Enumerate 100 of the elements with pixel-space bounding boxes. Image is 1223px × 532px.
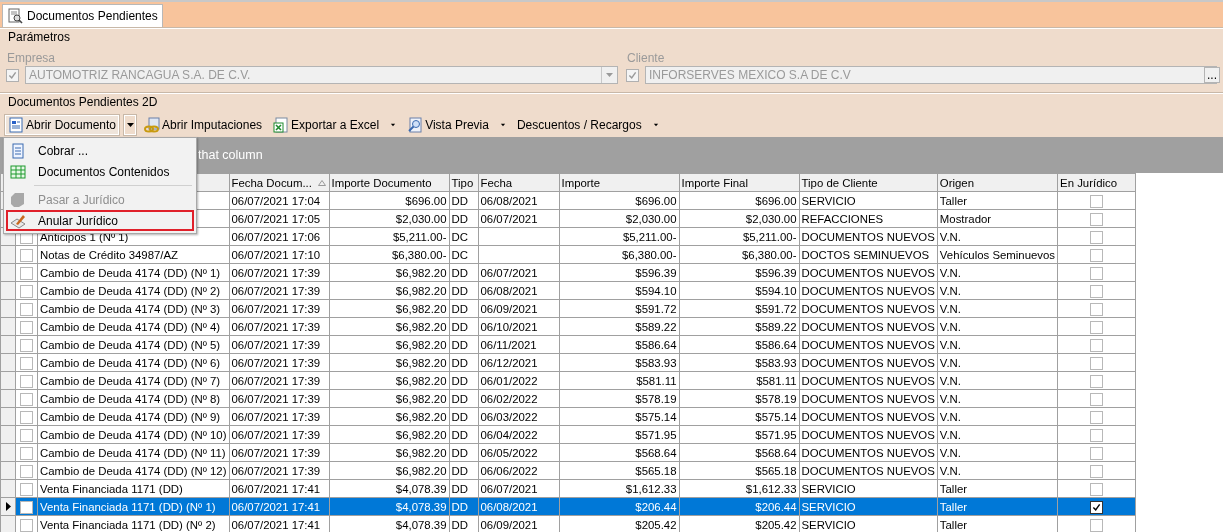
juridico-checkbox[interactable] bbox=[1090, 375, 1104, 388]
spreadsheet-icon bbox=[273, 117, 290, 133]
menu-item[interactable]: Cobrar ... bbox=[6, 140, 194, 161]
table-cell: 06/07/2021 17:39 bbox=[229, 281, 329, 300]
table-cell: 06/07/2021 bbox=[478, 209, 559, 228]
toolbar-button[interactable]: Exportar a Excel bbox=[269, 114, 384, 136]
juridico-checkbox[interactable] bbox=[1090, 357, 1104, 370]
table-cell: DD bbox=[449, 461, 478, 480]
table-cell: DD bbox=[449, 263, 478, 282]
caret-icon bbox=[126, 123, 134, 127]
table-cell: DD bbox=[449, 353, 478, 372]
table-cell: $6,982.20 bbox=[329, 371, 449, 390]
row-checkbox[interactable] bbox=[20, 483, 33, 496]
row-checkbox[interactable] bbox=[20, 447, 33, 460]
juridico-checkbox[interactable] bbox=[1090, 231, 1104, 244]
table-cell: 06/07/2021 17:39 bbox=[229, 443, 329, 462]
juridico-checkbox[interactable] bbox=[1090, 411, 1104, 424]
table-cell: Cambio de Deuda 4174 (DD) (Nº 1) bbox=[37, 263, 229, 282]
row-checkbox[interactable] bbox=[20, 249, 33, 262]
column-header[interactable]: En Jurídico bbox=[1057, 173, 1136, 192]
row-checkbox[interactable] bbox=[20, 267, 33, 280]
table-cell: Mostrador bbox=[937, 209, 1058, 228]
table-cell: DC bbox=[449, 245, 478, 264]
page-icon bbox=[10, 142, 26, 159]
row-checkbox[interactable] bbox=[20, 429, 33, 442]
table-cell: $696.00 bbox=[559, 191, 679, 210]
table-cell: $591.72 bbox=[559, 299, 679, 318]
juridico-checkbox[interactable] bbox=[1090, 501, 1104, 514]
juridico-checkbox[interactable] bbox=[1090, 447, 1104, 460]
table-cell: 06/09/2021 bbox=[478, 299, 559, 318]
juridico-checkbox[interactable] bbox=[1090, 267, 1104, 280]
table-cell: V.N. bbox=[937, 425, 1058, 444]
table-cell: DD bbox=[449, 335, 478, 354]
column-header[interactable]: Fecha Docum... bbox=[229, 173, 329, 192]
table-cell: DOCUMENTOS NUEVOS bbox=[799, 389, 938, 408]
document-tab[interactable]: Documentos Pendientes bbox=[2, 4, 163, 27]
table-cell: $594.10 bbox=[679, 281, 799, 300]
column-header[interactable]: Tipo bbox=[449, 173, 478, 192]
column-header[interactable]: Importe Final bbox=[679, 173, 799, 192]
column-header[interactable]: Origen bbox=[937, 173, 1058, 192]
table-cell: $6,982.20 bbox=[329, 425, 449, 444]
juridico-checkbox[interactable] bbox=[1090, 429, 1104, 442]
juridico-checkbox[interactable] bbox=[1090, 321, 1104, 334]
juridico-checkbox[interactable] bbox=[1090, 483, 1104, 496]
juridico-checkbox[interactable] bbox=[1090, 465, 1104, 478]
table-cell: 06/07/2021 17:39 bbox=[229, 317, 329, 336]
table-cell: V.N. bbox=[937, 227, 1058, 246]
column-header[interactable]: Fecha bbox=[478, 173, 559, 192]
column-header[interactable]: Importe bbox=[559, 173, 679, 192]
table-cell: $1,612.33 bbox=[679, 479, 799, 498]
table-cell: $6,380.00- bbox=[559, 245, 679, 264]
toolbar-button[interactable]: Vista Previa bbox=[403, 114, 493, 136]
document-search-icon bbox=[7, 8, 23, 24]
table-cell: 06/11/2021 bbox=[478, 335, 559, 354]
row-checkbox[interactable] bbox=[20, 375, 33, 388]
split-dropdown-button[interactable] bbox=[123, 114, 138, 136]
table-cell: Taller bbox=[937, 479, 1058, 498]
table-cell: Cambio de Deuda 4174 (DD) (Nº 10) bbox=[37, 425, 229, 444]
table-cell: $6,982.20 bbox=[329, 299, 449, 318]
table-cell: $6,982.20 bbox=[329, 281, 449, 300]
table-cell: $6,380.00- bbox=[329, 245, 449, 264]
row-checkbox[interactable] bbox=[20, 285, 33, 298]
juridico-checkbox[interactable] bbox=[1090, 285, 1104, 298]
juridico-checkbox[interactable] bbox=[1090, 519, 1104, 532]
group-by-hint: that column bbox=[198, 148, 263, 162]
column-header[interactable]: Importe Documento bbox=[329, 173, 449, 192]
field-label: Cliente bbox=[626, 51, 666, 65]
row-checkbox[interactable] bbox=[20, 519, 33, 532]
juridico-checkbox[interactable] bbox=[1090, 303, 1104, 316]
table-cell: $594.10 bbox=[559, 281, 679, 300]
row-checkbox[interactable] bbox=[20, 465, 33, 478]
row-checkbox[interactable] bbox=[20, 411, 33, 424]
juridico-checkbox[interactable] bbox=[1090, 213, 1104, 226]
table-cell: 06/02/2022 bbox=[478, 389, 559, 408]
row-checkbox[interactable] bbox=[20, 339, 33, 352]
row-checkbox[interactable] bbox=[20, 303, 33, 316]
table-cell: $5,211.00- bbox=[329, 227, 449, 246]
table-cell: $5,211.00- bbox=[559, 227, 679, 246]
row-checkbox[interactable] bbox=[20, 321, 33, 334]
table-cell: $578.19 bbox=[679, 389, 799, 408]
toolbar-button[interactable]: Descuentos / Recargos bbox=[512, 114, 646, 136]
table-cell: Cambio de Deuda 4174 (DD) (Nº 12) bbox=[37, 461, 229, 480]
toolbar-button[interactable]: Abrir Imputaciones bbox=[140, 114, 267, 136]
table-cell: DD bbox=[449, 317, 478, 336]
row-checkbox[interactable] bbox=[20, 393, 33, 406]
menu-item[interactable]: Documentos Contenidos bbox=[6, 161, 194, 182]
row-checkbox[interactable] bbox=[20, 357, 33, 370]
juridico-checkbox[interactable] bbox=[1090, 393, 1104, 406]
table-cell: V.N. bbox=[937, 353, 1058, 372]
juridico-checkbox[interactable] bbox=[1090, 339, 1104, 352]
table-cell: DD bbox=[449, 371, 478, 390]
column-header[interactable]: Tipo de Cliente bbox=[799, 173, 938, 192]
table-cell: V.N. bbox=[937, 299, 1058, 318]
table-cell: $5,211.00- bbox=[679, 227, 799, 246]
field-label: Empresa bbox=[6, 51, 57, 65]
row-checkbox[interactable] bbox=[20, 501, 33, 514]
checkmark-icon bbox=[7, 69, 18, 81]
toolbar-button[interactable]: Abrir Documento bbox=[4, 114, 121, 136]
juridico-checkbox[interactable] bbox=[1090, 195, 1104, 208]
juridico-checkbox[interactable] bbox=[1090, 249, 1104, 262]
